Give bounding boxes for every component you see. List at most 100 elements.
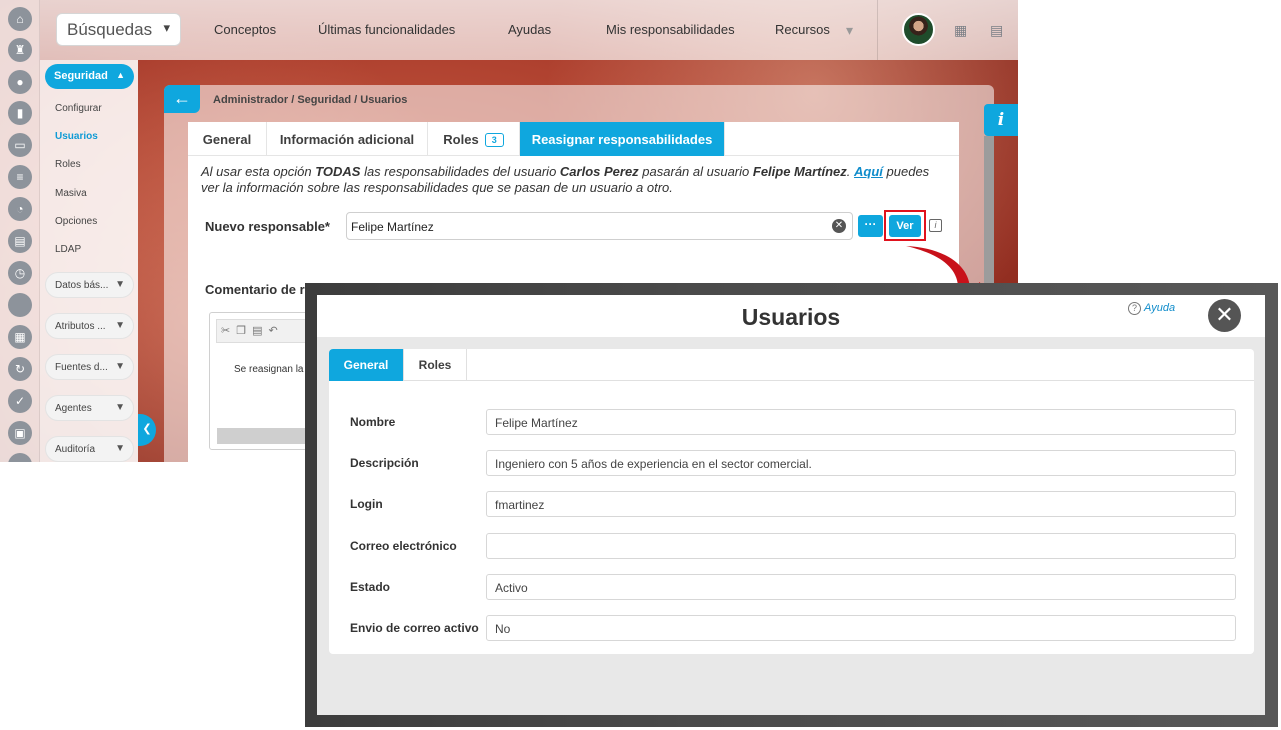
menu-group-label: Atributos ...: [55, 321, 106, 332]
estado-field[interactable]: Activo: [486, 574, 1236, 600]
tab-bar: General Roles: [329, 349, 1254, 381]
side-menu: Seguridad ▲ Configurar Usuarios Roles Ma…: [40, 60, 138, 462]
top-link-conceptos[interactable]: Conceptos: [214, 22, 276, 37]
submenu-item-masiva[interactable]: Masiva: [55, 188, 87, 199]
back-button[interactable]: ←: [164, 85, 200, 113]
nombre-field[interactable]: Felipe Martínez: [486, 409, 1236, 435]
new-responsible-label: Nuevo responsable*: [205, 219, 330, 234]
tab-informacion-adicional[interactable]: Información adicional: [267, 122, 428, 156]
chevron-down-icon[interactable]: ▾: [846, 22, 862, 38]
tab-reasignar-responsabilidades[interactable]: Reasignar responsabilidades: [520, 122, 725, 156]
avatar[interactable]: [902, 13, 935, 46]
person-icon[interactable]: ●: [8, 70, 32, 94]
top-link-mis-responsabilidades[interactable]: Mis responsabilidades: [606, 22, 735, 37]
caret-down-icon: ▼: [115, 402, 125, 413]
blank-circle-icon[interactable]: [8, 293, 32, 317]
submenu-item-usuarios[interactable]: Usuarios: [55, 131, 98, 142]
tab-roles[interactable]: Roles 3: [428, 122, 520, 156]
calendar-icon[interactable]: ▦: [954, 22, 970, 38]
tab-label: Reasignar responsabilidades: [531, 132, 713, 147]
help-icon: ?: [1128, 302, 1141, 315]
bar-chart-icon[interactable]: ▮: [8, 101, 32, 125]
editor-toolbar: ✂❐▤↶: [216, 319, 314, 343]
editor-text: Se reasignan la: [234, 364, 304, 375]
caret-down-icon: ▼: [115, 361, 125, 372]
search-dropdown[interactable]: Búsquedas ▾: [56, 13, 181, 46]
menu-group-label: Datos bás...: [55, 280, 109, 291]
tab-roles[interactable]: Roles: [404, 349, 467, 381]
submenu-item-roles[interactable]: Roles: [55, 159, 81, 170]
copy-icon[interactable]: ❐: [236, 325, 252, 337]
menu-group-agentes[interactable]: Agentes ▼: [45, 395, 134, 421]
envio-correo-field[interactable]: No: [486, 615, 1236, 641]
descripcion-field[interactable]: Ingeniero con 5 años de experiencia en e…: [486, 450, 1236, 476]
submenu-item-configurar[interactable]: Configurar: [55, 103, 102, 114]
check-icon[interactable]: ✓: [8, 389, 32, 413]
count-badge: 3: [484, 133, 504, 147]
note-emphasis: Carlos Perez: [559, 164, 639, 179]
login-field[interactable]: fmartinez: [486, 491, 1236, 517]
menu-group-atributos[interactable]: Atributos ... ▼: [45, 313, 134, 339]
clock-icon[interactable]: ◷: [8, 261, 32, 285]
email-field[interactable]: [486, 533, 1236, 559]
field-label-correo: Correo electrónico: [350, 539, 457, 553]
info-icon[interactable]: i: [984, 104, 1018, 136]
new-responsible-field[interactable]: Felipe Martínez: [346, 212, 853, 240]
icon-rail: ⌂ ♜ ● ▮ ▭ ≡ ◔ ▤ ◷ ▦ ↻ ✓ ▣ ●: [0, 0, 40, 462]
tab-label: General: [343, 358, 389, 372]
ver-button[interactable]: Ver: [889, 215, 921, 237]
more-button[interactable]: ···: [858, 215, 883, 237]
top-link-ultimas-funcionalidades[interactable]: Últimas funcionalidades: [318, 22, 455, 37]
field-label-estado: Estado: [350, 580, 391, 594]
menu-group-seguridad[interactable]: Seguridad ▲: [45, 64, 134, 89]
book-icon[interactable]: ▤: [8, 229, 32, 253]
caret-down-icon: ▼: [115, 320, 125, 331]
note-text: pasarán al usuario: [638, 164, 753, 179]
help-label: Ayuda: [1144, 302, 1176, 314]
help-link[interactable]: ? Ayuda: [1128, 302, 1175, 315]
cut-icon[interactable]: ✂: [221, 325, 236, 337]
aqui-link[interactable]: Aquí: [854, 164, 883, 179]
comment-editor[interactable]: ✂❐▤↶ Se reasignan la: [209, 312, 319, 450]
tab-label: Roles: [418, 358, 452, 372]
briefcase-icon[interactable]: ▣: [8, 421, 32, 445]
close-button[interactable]: ✕: [1208, 299, 1241, 332]
user-icon[interactable]: ●: [8, 453, 32, 462]
field-label-nombre: Nombre: [350, 415, 396, 429]
comment-label: Comentario de re: [205, 282, 312, 297]
paste-icon[interactable]: ▤: [252, 325, 268, 337]
chevron-left-icon: ❮: [142, 423, 152, 435]
modal-body: General Roles Nombre Felipe Martínez Des…: [317, 337, 1265, 715]
top-link-ayudas[interactable]: Ayudas: [508, 22, 551, 37]
home-icon[interactable]: ⌂: [8, 7, 32, 31]
menu-group-auditoria[interactable]: Auditoría ▼: [45, 436, 134, 462]
modal-header: Usuarios ? Ayuda ✕: [317, 295, 1265, 337]
field-label-login: Login: [350, 497, 383, 511]
submenu-item-opciones[interactable]: Opciones: [55, 216, 97, 227]
top-link-recursos[interactable]: Recursos: [775, 22, 830, 37]
chevron-down-icon: ▾: [163, 20, 170, 35]
modal-footer: [329, 674, 1254, 714]
refresh-icon[interactable]: ↻: [8, 357, 32, 381]
note-emphasis: Felipe Martínez: [752, 164, 847, 179]
pie-chart-icon[interactable]: ◔: [8, 197, 32, 221]
close-icon: ✕: [1215, 302, 1234, 327]
map-icon[interactable]: ▤: [990, 22, 1006, 38]
menu-group-datos-basicos[interactable]: Datos bás... ▼: [45, 272, 134, 298]
document-icon[interactable]: ▦: [8, 325, 32, 349]
top-bar: Búsquedas ▾ Conceptos Últimas funcionali…: [40, 0, 1018, 60]
tab-general[interactable]: General: [329, 349, 404, 381]
submenu-item-ldap[interactable]: LDAP: [55, 244, 81, 255]
undo-icon[interactable]: ↶: [269, 325, 284, 337]
chess-tower-icon[interactable]: ♜: [8, 38, 32, 62]
note-text: las responsabilidades del usuario: [360, 164, 560, 179]
menu-group-fuentes[interactable]: Fuentes d... ▼: [45, 354, 134, 380]
info-icon[interactable]: i: [929, 219, 942, 232]
field-label-envio-correo: Envio de correo activo: [350, 621, 479, 635]
monitor-icon[interactable]: ▭: [8, 133, 32, 157]
tab-general[interactable]: General: [188, 122, 267, 156]
list-icon[interactable]: ≡: [8, 165, 32, 189]
search-label: Búsquedas: [67, 20, 153, 39]
clear-icon[interactable]: ✕: [832, 219, 846, 233]
users-modal: Usuarios ? Ayuda ✕ General Roles Nombre F…: [317, 295, 1265, 715]
